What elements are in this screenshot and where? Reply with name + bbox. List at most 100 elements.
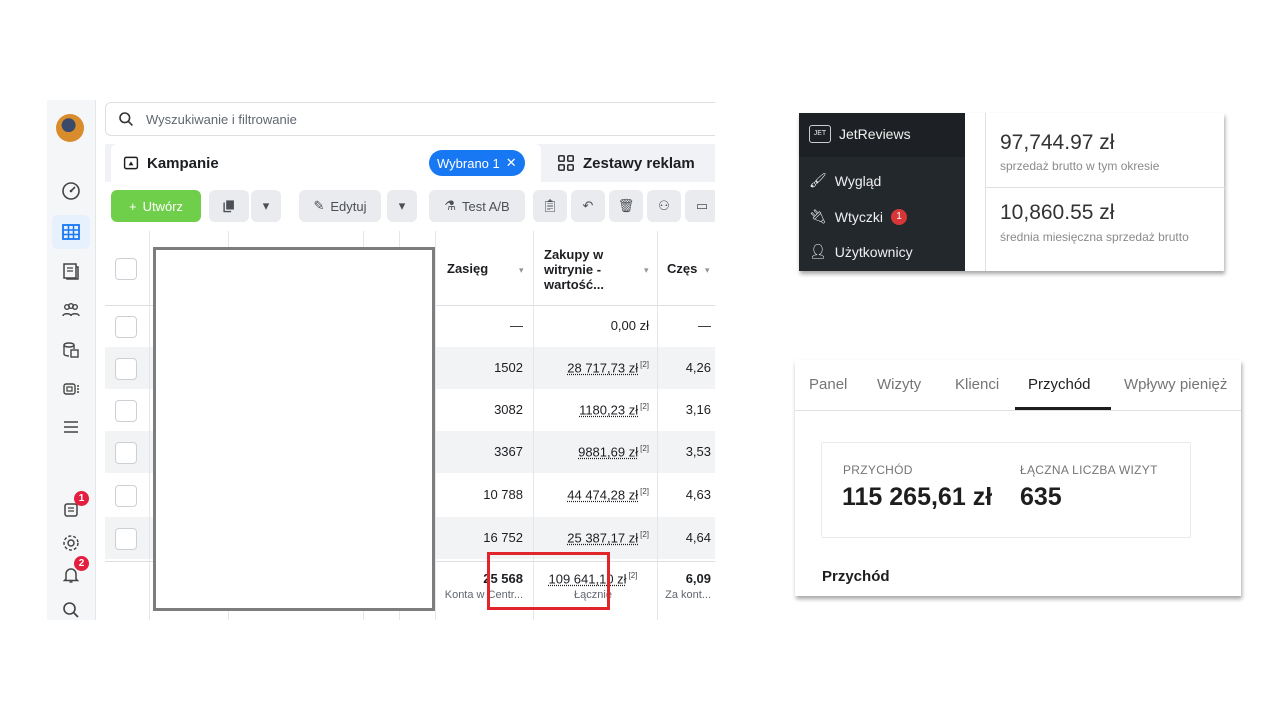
select-all-checkbox[interactable] [115,258,137,280]
grid-icon [558,155,574,171]
sidebar-item-jetreviews[interactable]: JET JetReviews [809,125,911,143]
settings-gear-icon[interactable] [47,530,95,556]
clipboard-icon: 📋︎ [541,198,559,213]
brush-icon: 🖌︎ [809,172,827,188]
row-checkbox[interactable] [115,358,137,380]
undo-button[interactable]: ↶ [571,190,605,222]
cell-value[interactable]: 44 474,28 zł [2] [537,487,649,502]
user-icon: 👤︎ [809,243,827,259]
attribution-marker: [2] [640,402,649,411]
edit-button[interactable]: ✎ Edytuj [299,190,381,222]
tab-campaigns-label: Kampanie [147,154,219,172]
row-checkbox[interactable] [115,400,137,422]
cell-frequency: 3,16 [685,402,711,417]
sidebar-item-plugins[interactable]: 🔌︎ Wtyczki 1 [809,208,907,225]
sidebar-item-users[interactable]: 👤︎ Użytkownicy [809,243,913,260]
cell-value[interactable]: 28 717,73 zł [2] [537,360,649,375]
search-filter-bar[interactable]: Wyszukiwanie i filtrowanie [105,102,715,136]
visits-label: ŁĄCZNA LICZBA WIZYT [1020,463,1158,477]
sort-icon[interactable]: ▾ [519,265,524,276]
menu-icon[interactable] [47,414,95,440]
caret-down-icon: ▾ [398,198,406,213]
analytics-tabs: Panel Wizyty Klienci Przychód Wpływy pie… [795,360,1241,411]
tab-customers[interactable]: Klienci [955,376,999,393]
selected-chip[interactable]: Wybrano 1 ✕ [429,150,525,176]
rules-button[interactable]: ⚇ [647,190,681,222]
cell-reach: 1502 [494,360,523,375]
wp-admin-sidebar: JET JetReviews 🖌︎ Wygląd 🔌︎ Wtyczki 1 👤︎… [799,113,965,271]
attribution-marker: [2] [640,487,649,496]
caret-down-icon: ▾ [262,198,270,213]
duplicate-button[interactable] [209,190,249,222]
tab-revenue[interactable]: Przychód [1028,376,1091,393]
monthly-average-label: średnia miesięczna sprzedaż brutto [1000,230,1189,244]
cell-value-text: 28 717,73 zł [567,360,639,376]
folder-icon [123,156,139,170]
dashboard-icon[interactable] [47,178,95,204]
toolbar: + Utwórz ▾ ✎ Edytuj ▾ ⚗ Test A/B 📋︎ ↶ 🗑︎… [105,182,715,232]
row-checkbox[interactable] [115,485,137,507]
sort-icon[interactable]: ▾ [644,265,649,276]
cell-reach: 3367 [494,444,523,459]
cell-value-text: 1180,23 zł [579,402,639,418]
plus-icon: + [128,198,137,214]
delete-button[interactable]: 🗑︎ [609,190,643,222]
billing-icon[interactable] [47,337,95,363]
column-reach[interactable]: Zasięg [447,261,488,276]
cell-reach: 3082 [494,402,523,417]
cell-value[interactable]: 1180,23 zł [2] [537,402,649,417]
reports-badge: 1 [74,491,89,506]
edit-dropdown[interactable]: ▾ [387,190,417,222]
cell-frequency: 4,63 [685,487,711,502]
close-icon[interactable]: ✕ [506,155,517,171]
column-purchase-value[interactable]: Zakupy w witrynie - wartość... [544,247,636,292]
table-icon[interactable] [47,219,95,245]
tab-cash-flow[interactable]: Wpływy pienięż [1124,376,1227,393]
sidebar-item-label: Wygląd [834,172,882,189]
people-icon: ⚇ [658,198,670,213]
create-button-label: Utwórz [142,198,184,214]
gross-sales-value: 97,744.97 zł [1000,131,1115,154]
row-checkbox[interactable] [115,316,137,338]
sort-icon[interactable]: ▾ [705,265,710,276]
attribution-marker: [2] [640,444,649,453]
attribution-marker: [2] [628,571,638,580]
row-checkbox[interactable] [115,442,137,464]
column-frequency[interactable]: Częs [667,261,697,276]
audiences-icon[interactable] [47,297,95,323]
row-checkbox[interactable] [115,528,137,550]
jetreviews-icon: JET [809,125,831,143]
column-divider [149,231,150,620]
cell-value-text: 44 474,28 zł [567,487,639,503]
tab-visits[interactable]: Wizyty [877,376,921,393]
sidebar-item-appearance[interactable]: 🖌︎ Wygląd [809,172,881,189]
catalog-icon[interactable] [47,376,95,402]
cell-reach: 16 752 [483,530,523,545]
revenue-label: PRZYCHÓD [843,463,913,477]
left-nav-rail: 1 2 [47,100,96,620]
cell-value[interactable]: 25 387,17 zł [2] [537,530,649,545]
tab-panel[interactable]: Panel [809,376,847,393]
cell-reach: — [510,318,523,333]
reports-icon[interactable]: 1 [47,491,95,523]
more-button[interactable]: ▭ [685,190,715,222]
avatar[interactable] [56,114,84,142]
plugins-update-badge: 1 [891,208,907,225]
ab-test-button[interactable]: ⚗ Test A/B [429,190,525,222]
duplicate-dropdown[interactable]: ▾ [251,190,281,222]
create-button[interactable]: + Utwórz [111,190,201,222]
total-frequency: 6,09 [685,571,711,586]
tab-adsets[interactable]: Zestawy reklam [547,144,715,182]
tab-adsets-label: Zestawy reklam [583,154,695,172]
ab-test-button-label: Test A/B [461,198,510,214]
selected-chip-label: Wybrano 1 [437,155,500,171]
search-icon[interactable] [47,597,95,620]
clipboard-button[interactable]: 📋︎ [533,190,567,222]
attribution-marker: [2] [640,360,649,369]
notifications-bell-icon[interactable]: 2 [47,556,95,588]
revenue-summary-card: PRZYCHÓD 115 265,61 zł ŁĄCZNA LICZBA WIZ… [821,442,1191,538]
pages-icon[interactable] [47,258,95,284]
cell-value-text: 9881,69 zł [578,444,639,460]
cell-value[interactable]: 9881,69 zł [2] [537,444,649,459]
section-title: Przychód [822,568,890,585]
